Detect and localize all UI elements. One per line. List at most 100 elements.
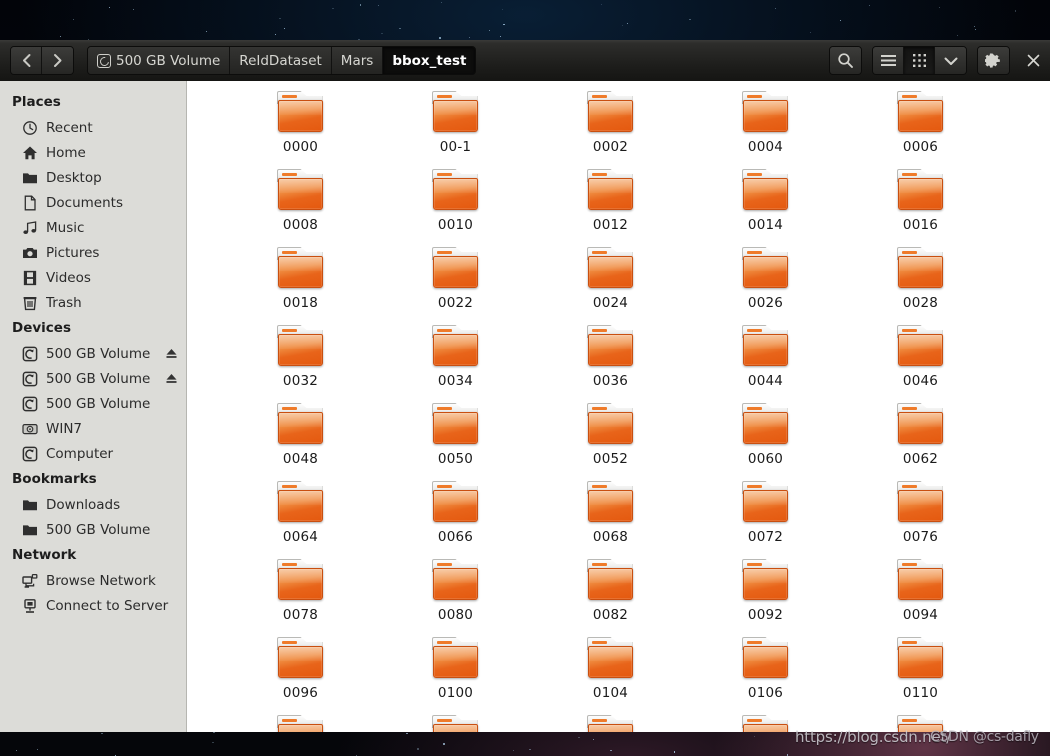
drive-icon	[97, 53, 111, 68]
folder-item[interactable]: 0010	[378, 169, 533, 247]
network-icon	[22, 573, 38, 588]
sidebar-item-documents[interactable]: Documents	[0, 190, 186, 215]
sidebar-item-recent[interactable]: Recent	[0, 115, 186, 140]
folder-item[interactable]	[378, 715, 533, 732]
folder-item[interactable]: 0004	[688, 91, 843, 169]
folder-item[interactable]: 0048	[223, 403, 378, 481]
folder-item[interactable]: 0106	[688, 637, 843, 715]
settings-button[interactable]	[978, 47, 1009, 74]
sidebar-item-500-gb-volume[interactable]: 500 GB Volume	[0, 341, 186, 366]
sidebar-item-downloads[interactable]: Downloads	[0, 492, 186, 517]
folder-label: 0012	[592, 217, 629, 233]
folder-icon	[431, 325, 480, 367]
folder-item[interactable]: 0002	[533, 91, 688, 169]
folder-label: 0052	[592, 451, 629, 467]
folder-item[interactable]: 0066	[378, 481, 533, 559]
folder-item[interactable]	[843, 715, 998, 732]
sidebar-item-videos[interactable]: Videos	[0, 265, 186, 290]
folder-icon	[431, 559, 480, 601]
folder-item[interactable]: 0092	[688, 559, 843, 637]
eject-icon[interactable]	[165, 372, 178, 385]
folder-item[interactable]: 0110	[843, 637, 998, 715]
folder-item[interactable]: 0080	[378, 559, 533, 637]
places-sidebar[interactable]: Places Recent Home Desktop Documents Music Pic…	[0, 81, 187, 732]
breadcrumb-item-mars[interactable]: Mars	[331, 47, 384, 74]
folder-item[interactable]: 0008	[223, 169, 378, 247]
forward-button[interactable]	[42, 47, 73, 74]
folder-item[interactable]: 0068	[533, 481, 688, 559]
folder-item[interactable]: 0034	[378, 325, 533, 403]
folder-item[interactable]: 0018	[223, 247, 378, 325]
sidebar-item-500-gb-volume[interactable]: 500 GB Volume	[0, 366, 186, 391]
folder-item[interactable]: 0072	[688, 481, 843, 559]
folder-item[interactable]: 0032	[223, 325, 378, 403]
folder-item[interactable]: 00-1	[378, 91, 533, 169]
sidebar-item-home[interactable]: Home	[0, 140, 186, 165]
folder-item[interactable]: 0026	[688, 247, 843, 325]
music-icon	[23, 220, 37, 234]
search-button[interactable]	[830, 47, 861, 74]
folder-item[interactable]	[223, 715, 378, 732]
folder-item[interactable]: 0014	[688, 169, 843, 247]
folder-item[interactable]: 0052	[533, 403, 688, 481]
folder-icon	[586, 169, 635, 211]
folder-item[interactable]: 0062	[843, 403, 998, 481]
folder-item[interactable]	[688, 715, 843, 732]
folder-icon	[431, 481, 480, 523]
list-view-button[interactable]	[873, 47, 904, 74]
folder-item[interactable]: 0104	[533, 637, 688, 715]
close-window-button[interactable]	[1020, 46, 1046, 75]
folder-item[interactable]: 0076	[843, 481, 998, 559]
sidebar-item-browse-network[interactable]: Browse Network	[0, 568, 186, 593]
sidebar-item-desktop[interactable]: Desktop	[0, 165, 186, 190]
folder-item[interactable]: 0082	[533, 559, 688, 637]
folder-item[interactable]: 0012	[533, 169, 688, 247]
sidebar-item-500-gb-volume[interactable]: 500 GB Volume	[0, 391, 186, 416]
folder-item[interactable]: 0006	[843, 91, 998, 169]
eject-icon[interactable]	[165, 347, 178, 360]
sidebar-item-computer[interactable]: Computer	[0, 441, 186, 466]
sidebar-item-500-gb-volume[interactable]: 500 GB Volume	[0, 517, 186, 542]
folder-item[interactable]: 0050	[378, 403, 533, 481]
folder-item[interactable]: 0064	[223, 481, 378, 559]
folder-item[interactable]: 0028	[843, 247, 998, 325]
folder-item[interactable]: 0024	[533, 247, 688, 325]
folder-item[interactable]: 0044	[688, 325, 843, 403]
sidebar-item-label: Recent	[46, 119, 93, 136]
folder-item[interactable]: 0046	[843, 325, 998, 403]
folder-item[interactable]: 0060	[688, 403, 843, 481]
sidebar-item-label: Downloads	[46, 496, 121, 513]
folder-item[interactable]: 0100	[378, 637, 533, 715]
sidebar-item-trash[interactable]: Trash	[0, 290, 186, 315]
list-view-icon	[880, 55, 896, 66]
folder-item[interactable]: 0078	[223, 559, 378, 637]
folder-label: 0060	[747, 451, 784, 467]
view-options-button[interactable]	[935, 47, 966, 74]
folder-item[interactable]: 0022	[378, 247, 533, 325]
folder-label: 0096	[282, 685, 319, 701]
sidebar-item-music[interactable]: Music	[0, 215, 186, 240]
folder-item[interactable]: 0096	[223, 637, 378, 715]
folder-icon	[23, 172, 37, 183]
breadcrumb-item-bbox-test[interactable]: bbox_test	[383, 47, 476, 74]
sidebar-item-win7[interactable]: WIN7	[0, 416, 186, 441]
file-listing-area[interactable]: 0000 00-1 0002 0004 0006 0008 0010 0012 0014 0016…	[187, 81, 1050, 732]
folder-label: 0046	[902, 373, 939, 389]
folder-item[interactable]: 0036	[533, 325, 688, 403]
folder-item[interactable]: 0016	[843, 169, 998, 247]
folder-icon	[276, 559, 325, 601]
settings-group	[977, 46, 1010, 75]
breadcrumb-item-500-gb-volume[interactable]: 500 GB Volume	[88, 47, 231, 74]
folder-icon	[276, 169, 325, 211]
breadcrumb-item-reiddataset[interactable]: ReIdDataset	[230, 47, 332, 74]
sidebar-item-pictures[interactable]: Pictures	[0, 240, 186, 265]
folder-item[interactable]: 0000	[223, 91, 378, 169]
folder-label: 0072	[747, 529, 784, 545]
breadcrumb-label: bbox_test	[392, 52, 467, 69]
folder-icon	[23, 499, 37, 510]
grid-view-button[interactable]	[904, 47, 935, 74]
folder-item[interactable]	[533, 715, 688, 732]
folder-item[interactable]: 0094	[843, 559, 998, 637]
back-button[interactable]	[11, 47, 42, 74]
sidebar-item-connect-to-server[interactable]: Connect to Server	[0, 593, 186, 618]
